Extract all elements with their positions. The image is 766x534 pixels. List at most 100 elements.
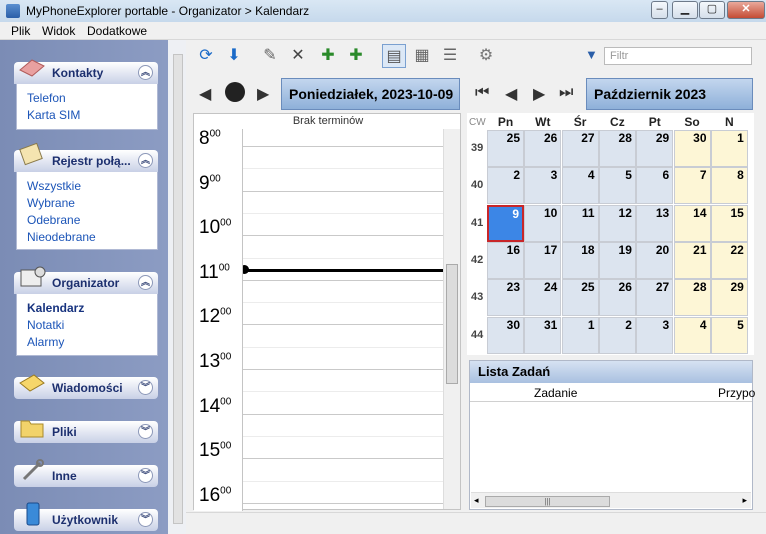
sidebar-item-all[interactable]: Wszystkie <box>17 178 157 195</box>
calendar-day[interactable]: 21 <box>673 241 711 279</box>
calendar-day[interactable]: 8 <box>710 167 748 205</box>
column-reminder[interactable]: Przypo <box>718 386 755 400</box>
calendar-day[interactable]: 1 <box>710 130 748 167</box>
menu-file[interactable]: Plik <box>11 24 30 38</box>
filter-input[interactable]: Filtr <box>604 47 752 65</box>
calendar-day[interactable]: 30 <box>673 130 711 167</box>
list-view-icon[interactable]: ☰ <box>438 44 462 68</box>
calendar-day[interactable]: 2 <box>487 167 524 205</box>
section-header-other[interactable]: Inne ︾ <box>14 459 158 487</box>
sidebar-item-missed[interactable]: Nieodebrane <box>17 229 157 246</box>
calendar-day[interactable]: 27 <box>636 279 674 317</box>
scroll-left-icon[interactable]: ◂ <box>474 495 479 506</box>
prev-year-button[interactable]: ⏮ <box>475 84 489 102</box>
refresh-icon[interactable]: ⟳ <box>194 44 218 68</box>
calendar-day[interactable]: 14 <box>673 204 711 242</box>
chevron-up-icon[interactable]: ︽ <box>138 65 153 80</box>
section-header-calls[interactable]: Rejestr połą... ︽ <box>14 142 158 172</box>
column-task[interactable]: Zadanie <box>534 386 577 400</box>
calendar-day[interactable]: 10 <box>524 204 562 242</box>
calendar-day[interactable]: 17 <box>524 241 562 279</box>
maximize-button[interactable]: ▢ <box>699 1 725 19</box>
calendar-day[interactable]: 3 <box>524 167 562 205</box>
chevron-down-icon[interactable]: ︾ <box>138 424 153 439</box>
calendar-day[interactable]: 5 <box>598 167 636 205</box>
section-header-organizer[interactable]: Organizator ︽ <box>14 266 158 294</box>
calendar-day[interactable]: 26 <box>598 279 636 317</box>
calendar-day[interactable]: 20 <box>636 241 674 279</box>
sidebar-item-sim[interactable]: Karta SIM <box>17 107 157 124</box>
close-button[interactable]: ✕ <box>727 1 765 19</box>
calendar-day[interactable]: 19 <box>598 241 636 279</box>
calendar-day[interactable]: 11 <box>561 204 599 242</box>
calendar-day[interactable]: 26 <box>524 130 562 167</box>
sidebar-item-received[interactable]: Odebrane <box>17 212 157 229</box>
sync-icon[interactable]: ⚙ <box>474 44 498 68</box>
sidebar-item-alarms[interactable]: Alarmy <box>17 334 157 351</box>
calendar-day[interactable]: 4 <box>561 167 599 205</box>
task-scrollbar[interactable]: ◂ ||| ▸ <box>471 492 751 508</box>
chevron-down-icon[interactable]: ︾ <box>138 468 153 483</box>
calendar-day[interactable]: 22 <box>710 241 748 279</box>
chevron-up-icon[interactable]: ︽ <box>138 153 153 168</box>
delete-icon[interactable]: ✕ <box>286 44 310 68</box>
section-header-files[interactable]: Pliki ︾ <box>14 420 158 443</box>
menu-view[interactable]: Widok <box>42 24 75 38</box>
calendar-day[interactable]: 30 <box>487 316 524 354</box>
next-year-button[interactable]: ⏭ <box>559 84 573 102</box>
calendar-day[interactable]: 2 <box>598 316 636 354</box>
section-header-user[interactable]: Użytkownik ︾ <box>14 502 158 531</box>
download-icon[interactable]: ⬇ <box>222 44 246 68</box>
calendar-day[interactable]: 24 <box>524 279 562 317</box>
next-day-button[interactable]: ▶ <box>257 84 269 104</box>
calendar-day[interactable]: 7 <box>673 167 711 205</box>
chevron-down-icon[interactable]: ︾ <box>138 380 153 395</box>
next-month-button[interactable]: ▶ <box>533 84 545 104</box>
section-header-messages[interactable]: Wiadomości ︾ <box>14 374 158 399</box>
calendar-day[interactable]: 13 <box>636 204 674 242</box>
calendar-day[interactable]: 28 <box>673 279 711 317</box>
calendar-day[interactable]: 4 <box>673 316 711 354</box>
week-view-icon[interactable]: ▦ <box>410 44 434 68</box>
section-header-contacts[interactable]: Kontakty ︽ <box>14 59 158 84</box>
sidebar-item-phone[interactable]: Telefon <box>17 90 157 107</box>
calendar-day[interactable]: 29 <box>636 130 674 167</box>
scroll-right-icon[interactable]: ▸ <box>742 495 747 506</box>
day-view-icon[interactable]: ▤ <box>382 44 406 68</box>
chevron-down-icon[interactable]: ︾ <box>138 512 153 527</box>
day-scrollbar[interactable] <box>443 129 460 509</box>
today-button[interactable] <box>225 82 245 102</box>
calendar-day[interactable]: 25 <box>561 279 599 317</box>
calendar-day[interactable]: 3 <box>636 316 674 354</box>
calendar-day[interactable]: 28 <box>598 130 636 167</box>
calendar-day[interactable]: 9 <box>487 204 524 242</box>
calendar-day[interactable]: 1 <box>561 316 599 354</box>
scrollbar-thumb[interactable] <box>446 264 458 384</box>
calendar-day[interactable]: 18 <box>561 241 599 279</box>
minimize-button[interactable]: ▁ <box>672 1 698 19</box>
calendar-day[interactable]: 25 <box>487 130 524 167</box>
scrollbar-thumb[interactable]: ||| <box>485 496 610 507</box>
sidebar-scrollbar[interactable] <box>173 54 183 524</box>
calendar-day[interactable]: 29 <box>710 279 748 317</box>
minimize-mini-button[interactable]: – <box>651 1 668 19</box>
prev-day-button[interactable]: ◀ <box>199 84 211 104</box>
menu-extras[interactable]: Dodatkowe <box>87 24 147 38</box>
sidebar-item-notes[interactable]: Notatki <box>17 317 157 334</box>
calendar-day[interactable]: 6 <box>636 167 674 205</box>
prev-month-button[interactable]: ◀ <box>505 84 517 104</box>
edit-icon[interactable]: ✎ <box>258 44 282 68</box>
calendar-day[interactable]: 16 <box>487 241 524 279</box>
calendar-day[interactable]: 27 <box>561 130 599 167</box>
chevron-up-icon[interactable]: ︽ <box>138 275 153 290</box>
sidebar-item-calendar[interactable]: Kalendarz <box>17 300 157 317</box>
add-task-icon[interactable]: ✚ <box>344 44 368 68</box>
calendar-day[interactable]: 23 <box>487 279 524 317</box>
sidebar-item-dialed[interactable]: Wybrane <box>17 195 157 212</box>
calendar-day[interactable]: 12 <box>598 204 636 242</box>
add-entry-icon[interactable]: ✚ <box>316 44 340 68</box>
events-area[interactable] <box>242 129 443 511</box>
calendar-day[interactable]: 5 <box>710 316 748 354</box>
calendar-day[interactable]: 15 <box>710 204 748 242</box>
calendar-day[interactable]: 31 <box>524 316 562 354</box>
